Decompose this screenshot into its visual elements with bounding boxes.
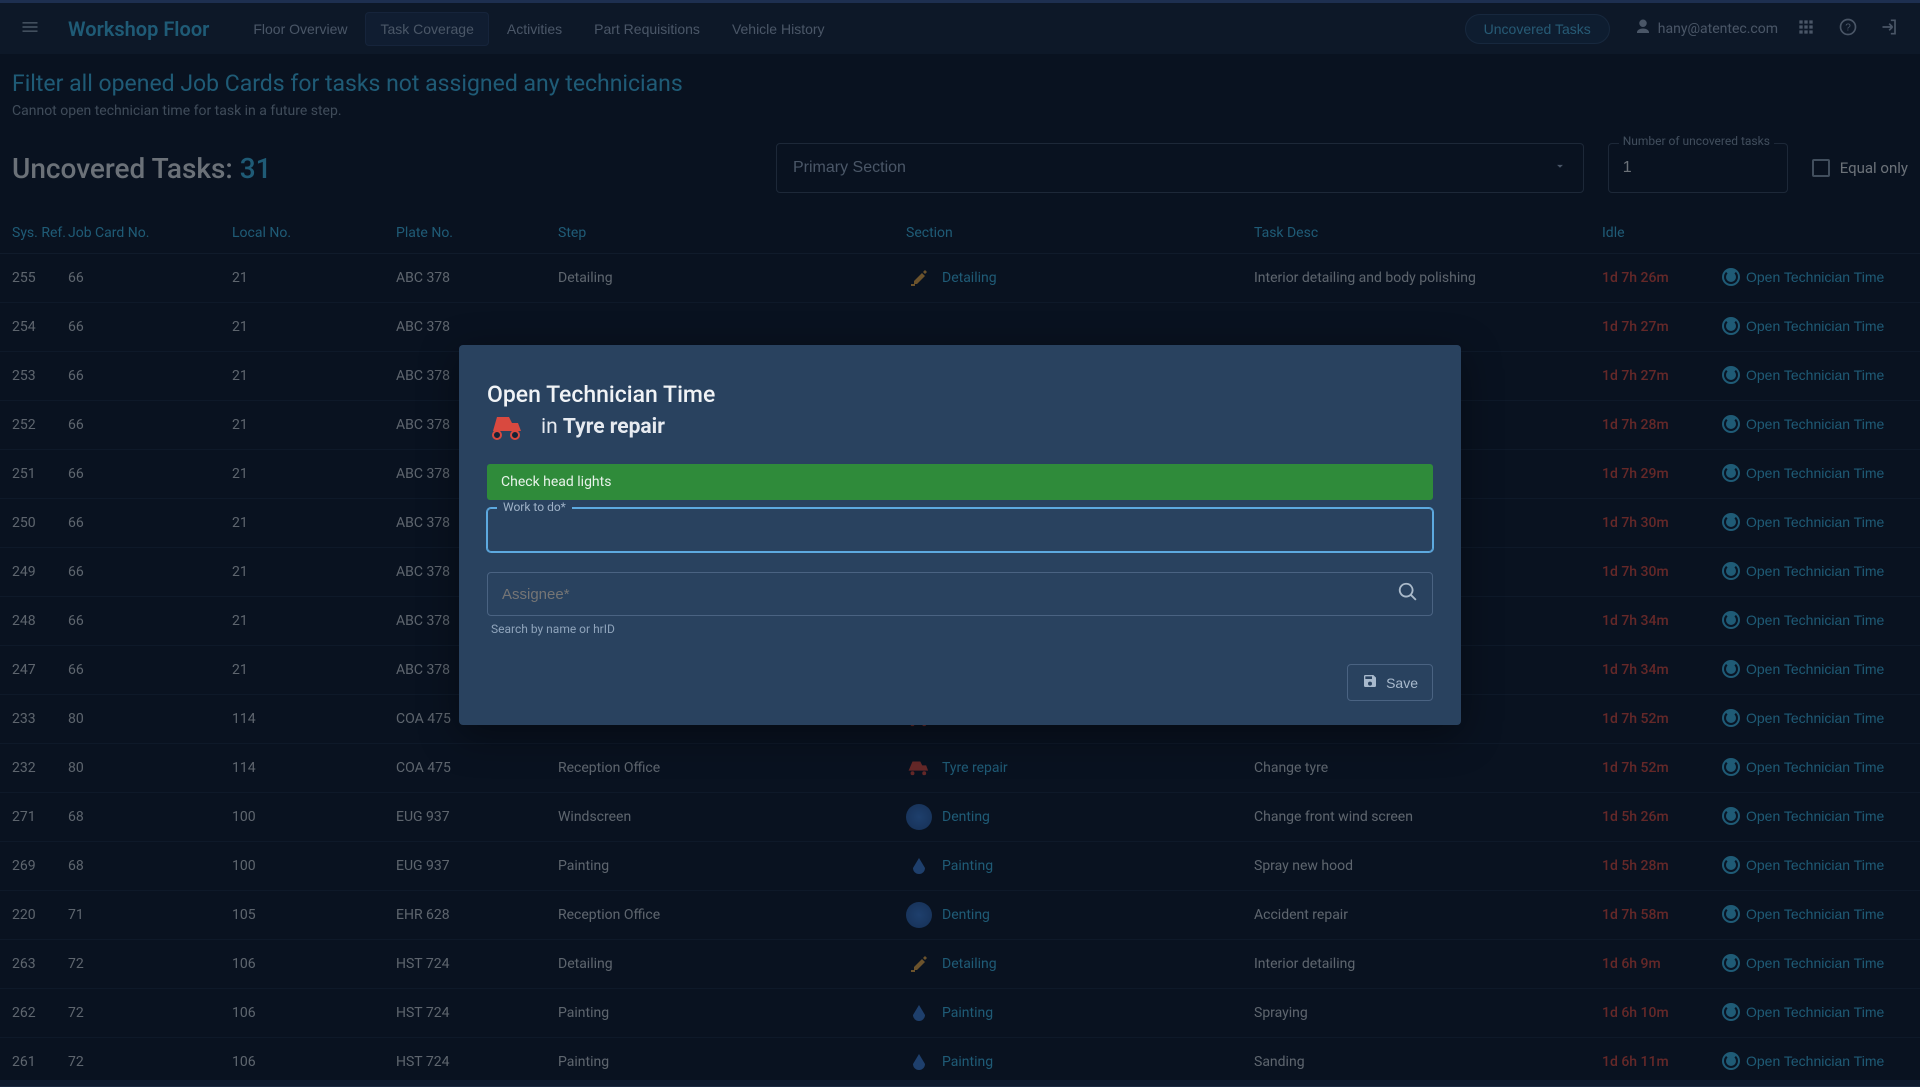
assignee-field (487, 572, 1433, 616)
save-button-label: Save (1386, 675, 1418, 691)
assignee-input[interactable] (487, 572, 1433, 616)
work-to-do-label: Work to do* (497, 500, 572, 514)
vehicle-icon (487, 412, 527, 442)
dialog-title: Open Technician Time (487, 381, 1433, 408)
work-to-do-field: Work to do* (487, 508, 1433, 552)
dialog-subtitle-row: in Tyre repair (487, 412, 1433, 442)
open-technician-time-dialog: Open Technician Time in Tyre repair Chec… (459, 345, 1461, 725)
modal-overlay[interactable]: Open Technician Time in Tyre repair Chec… (0, 0, 1920, 1080)
dialog-section-name: Tyre repair (563, 415, 665, 439)
search-icon[interactable] (1397, 581, 1419, 607)
dialog-subtitle: in Tyre repair (541, 415, 665, 439)
task-chip[interactable]: Check head lights (487, 464, 1433, 500)
save-icon (1362, 673, 1378, 692)
save-button[interactable]: Save (1347, 664, 1433, 701)
dialog-in-prefix: in (541, 415, 563, 439)
dialog-actions: Save (487, 664, 1433, 701)
work-to-do-input[interactable] (487, 508, 1433, 552)
assignee-hint: Search by name or hrID (487, 622, 1433, 636)
